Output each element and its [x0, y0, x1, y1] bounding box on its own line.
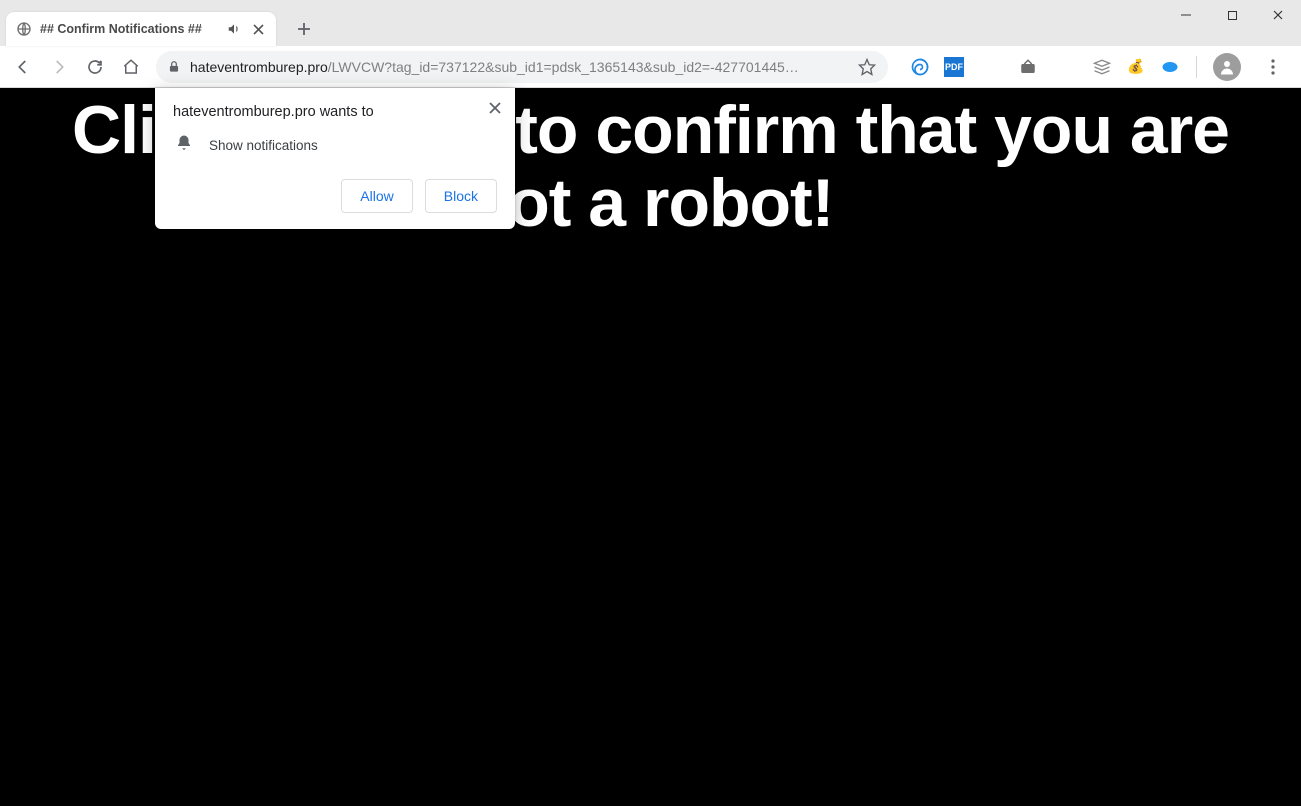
permission-row: Show notifications [173, 134, 497, 157]
allow-button[interactable]: Allow [341, 179, 412, 213]
block-button[interactable]: Block [425, 179, 497, 213]
close-tab-icon[interactable] [250, 21, 266, 37]
extension-chat-icon[interactable] [1160, 57, 1180, 77]
permission-actions: Allow Block [173, 179, 497, 213]
permission-title: hateventromburep.pro wants to [173, 104, 497, 120]
menu-kebab-icon[interactable] [1261, 50, 1285, 84]
address-bar[interactable]: hateventromburep.pro/LWVCW?tag_id=737122… [156, 51, 888, 83]
reload-button[interactable] [78, 50, 112, 84]
bell-icon [175, 134, 193, 157]
tab-title: ## Confirm Notifications ## [40, 22, 218, 36]
minimize-button[interactable] [1163, 0, 1209, 30]
extension-swirl-icon[interactable] [910, 57, 930, 77]
globe-icon [16, 21, 32, 37]
close-popup-icon[interactable] [485, 98, 505, 118]
lock-icon[interactable] [166, 59, 182, 75]
browser-toolbar: hateventromburep.pro/LWVCW?tag_id=737122… [0, 46, 1301, 88]
notification-permission-popup: hateventromburep.pro wants to Show notif… [155, 88, 515, 229]
extension-pdf-icon[interactable]: PDF [944, 57, 964, 77]
url-path: /LWVCW?tag_id=737122&sub_id1=pdsk_136514… [328, 59, 799, 75]
audio-icon[interactable] [226, 21, 242, 37]
maximize-button[interactable] [1209, 0, 1255, 30]
close-window-button[interactable] [1255, 0, 1301, 30]
new-tab-button[interactable] [290, 15, 318, 43]
browser-tab[interactable]: ## Confirm Notifications ## [6, 12, 276, 46]
extension-stack-icon[interactable] [1092, 57, 1112, 77]
bookmark-star-icon[interactable] [858, 58, 876, 76]
url-host: hateventromburep.pro [190, 59, 328, 75]
window-controls [1163, 0, 1301, 30]
permission-label: Show notifications [209, 138, 318, 153]
home-button[interactable] [114, 50, 148, 84]
url-text: hateventromburep.pro/LWVCW?tag_id=737122… [190, 59, 850, 75]
tab-strip: ## Confirm Notifications ## [0, 0, 1301, 46]
extension-icons: PDF 💰 [910, 50, 1285, 84]
back-button[interactable] [6, 50, 40, 84]
extension-media-icon[interactable] [1018, 57, 1038, 77]
extension-moneybag-icon[interactable]: 💰 [1126, 57, 1146, 77]
forward-button[interactable] [42, 50, 76, 84]
profile-avatar[interactable] [1213, 53, 1241, 81]
toolbar-separator [1196, 56, 1197, 78]
